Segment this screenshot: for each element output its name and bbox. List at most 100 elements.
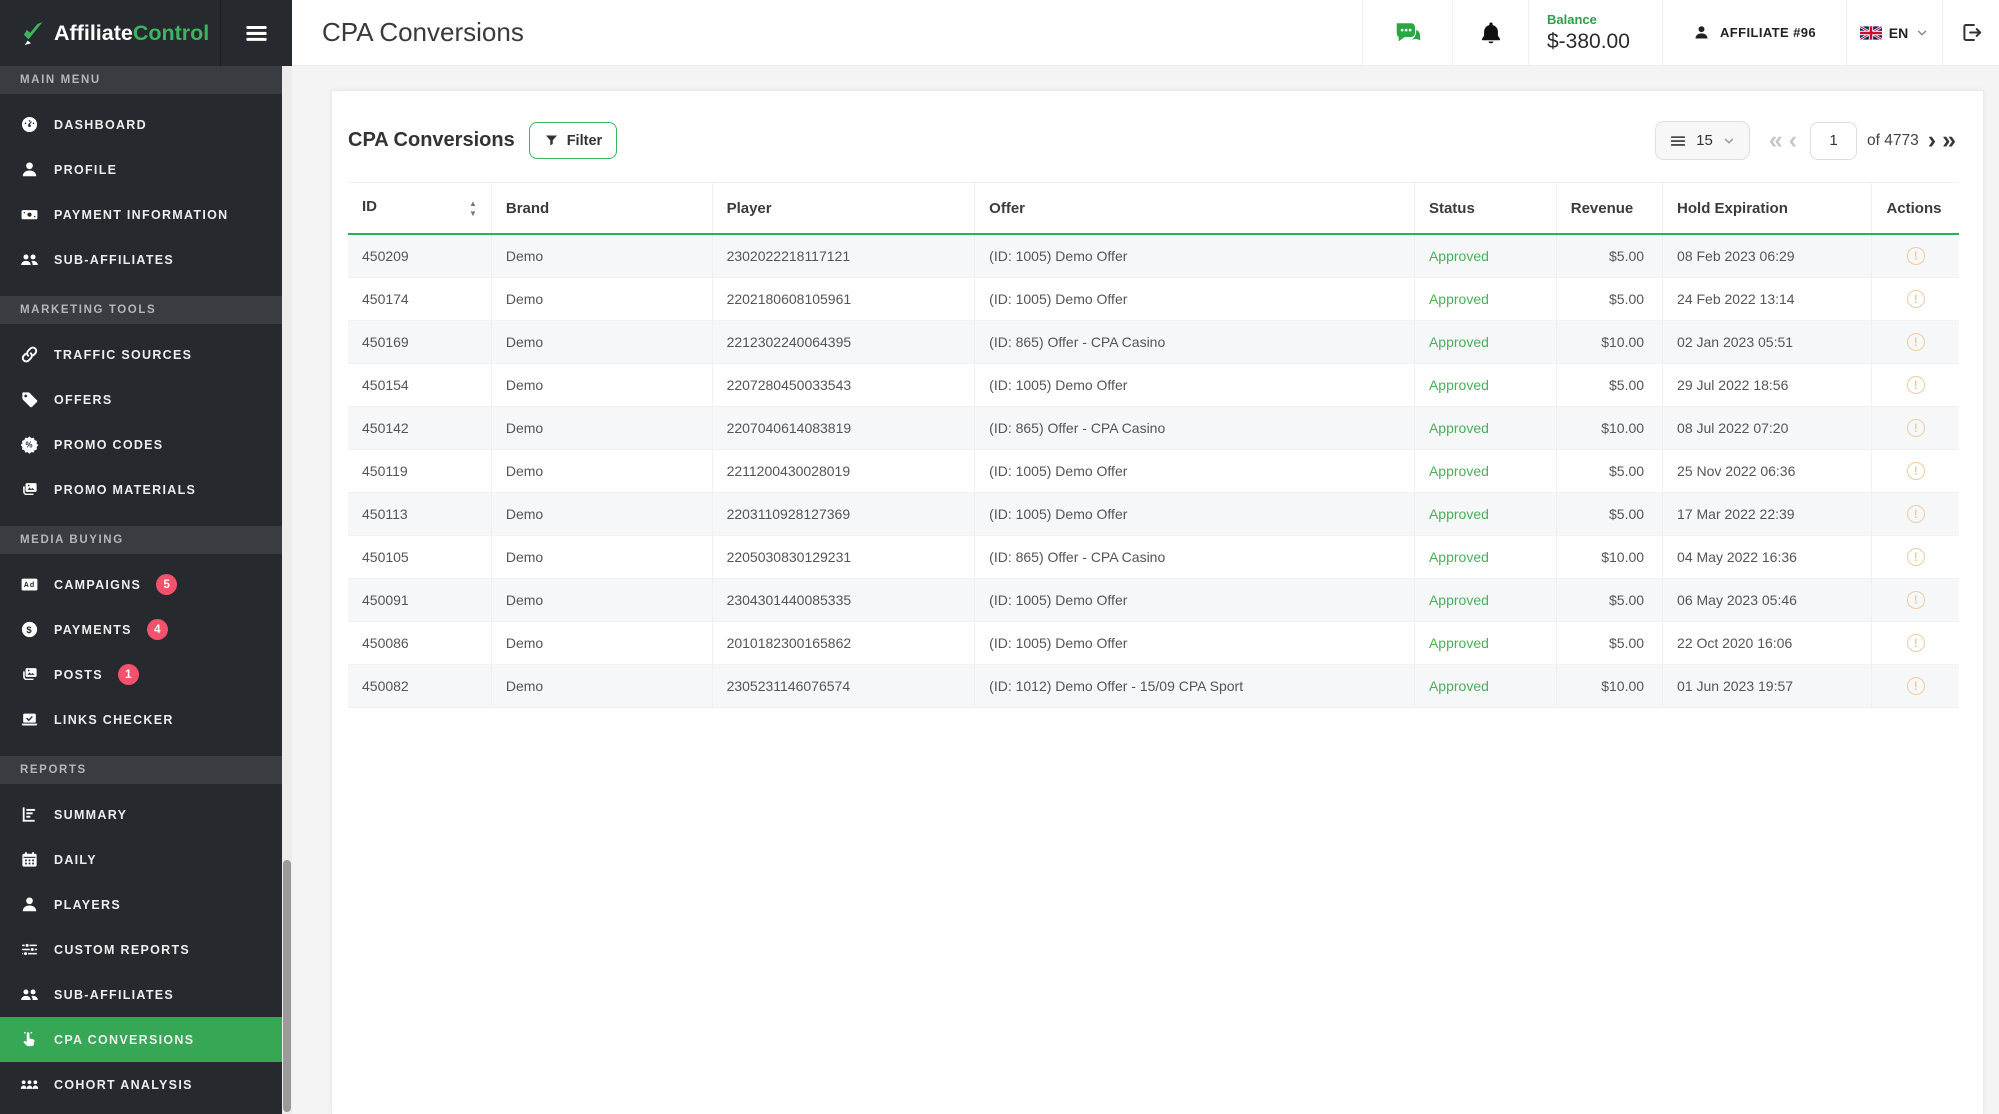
sidebar-item-promo-codes[interactable]: PROMO CODES (0, 422, 292, 467)
logout-button[interactable] (1942, 0, 1999, 65)
cell-id: 450105 (348, 536, 491, 579)
cell-status: Approved (1414, 536, 1556, 579)
sidebar-item-cohort-analysis[interactable]: COHORT ANALYSIS (0, 1062, 292, 1107)
sidebar: AffiliateControl MAIN MENU DASHBOARD (0, 0, 292, 1114)
ad-icon (20, 575, 39, 594)
sidebar-item-players[interactable]: PLAYERS (0, 882, 292, 927)
sidebar-item-payments[interactable]: PAYMENTS 4 (0, 607, 292, 652)
chevron-down-icon (1915, 26, 1929, 40)
page-size-select[interactable]: 15 (1655, 121, 1750, 160)
page-number-input[interactable] (1810, 122, 1857, 160)
cell-status: Approved (1414, 278, 1556, 321)
sidebar-item-offers[interactable]: OFFERS (0, 377, 292, 422)
info-icon[interactable] (1907, 505, 1925, 523)
table-row: 450091 Demo 2304301440085335 (ID: 1005) … (348, 579, 1959, 622)
laptop-check-icon (20, 710, 39, 729)
sidebar-item-label: SUB-AFFILIATES (54, 988, 174, 1002)
cell-hold-expiration: 08 Feb 2023 06:29 (1663, 234, 1872, 278)
account-menu[interactable]: AFFILIATE #96 (1662, 0, 1846, 65)
cell-hold-expiration: 04 May 2022 16:36 (1663, 536, 1872, 579)
first-page-button[interactable]: « (1766, 128, 1786, 153)
card-title: CPA Conversions (348, 129, 515, 152)
sidebar-item-label: PAYMENTS (54, 623, 132, 637)
cell-id: 450086 (348, 622, 491, 665)
user-icon (20, 160, 39, 179)
user-icon (20, 895, 39, 914)
cell-revenue: $5.00 (1556, 450, 1662, 493)
sidebar-item-label: CUSTOM REPORTS (54, 943, 190, 957)
language-value: EN (1889, 25, 1908, 41)
cell-actions (1872, 407, 1959, 450)
info-icon[interactable] (1907, 677, 1925, 695)
info-icon[interactable] (1907, 247, 1925, 265)
sidebar-item-custom-reports[interactable]: CUSTOM REPORTS (0, 927, 292, 972)
info-icon[interactable] (1907, 419, 1925, 437)
sidebar-item-campaigns[interactable]: CAMPAIGNS 5 (0, 562, 292, 607)
chat-button[interactable] (1362, 0, 1452, 65)
cell-brand: Demo (491, 407, 712, 450)
filter-button[interactable]: Filter (529, 122, 617, 159)
cell-offer: (ID: 1005) Demo Offer (975, 450, 1415, 493)
cell-brand: Demo (491, 278, 712, 321)
sidebar-item-posts[interactable]: POSTS 1 (0, 652, 292, 697)
cell-brand: Demo (491, 450, 712, 493)
cell-actions (1872, 536, 1959, 579)
sidebar-scrollbar[interactable] (282, 66, 292, 1114)
info-icon[interactable] (1907, 548, 1925, 566)
info-icon[interactable] (1907, 376, 1925, 394)
cell-player: 2202180608105961 (712, 278, 975, 321)
pagination: 15 « ‹ of 4773 › » (1655, 121, 1959, 160)
cell-offer: (ID: 1005) Demo Offer (975, 579, 1415, 622)
cell-status: Approved (1414, 364, 1556, 407)
cell-id: 450119 (348, 450, 491, 493)
sidebar-item-summary[interactable]: SUMMARY (0, 792, 292, 837)
last-page-button[interactable]: » (1939, 128, 1959, 153)
sidebar-item-promo-materials[interactable]: PROMO MATERIALS (0, 467, 292, 512)
cell-revenue: $10.00 (1556, 407, 1662, 450)
column-header-actions: Actions (1872, 183, 1959, 235)
app-logo[interactable]: AffiliateControl (0, 0, 220, 66)
cell-offer: (ID: 1005) Demo Offer (975, 278, 1415, 321)
info-icon[interactable] (1907, 591, 1925, 609)
cell-hold-expiration: 24 Feb 2022 13:14 (1663, 278, 1872, 321)
sidebar-toggle-button[interactable] (220, 0, 292, 66)
link-icon (20, 345, 39, 364)
cell-offer: (ID: 1005) Demo Offer (975, 622, 1415, 665)
sort-icon[interactable]: ▲▼ (469, 200, 477, 218)
info-icon[interactable] (1907, 290, 1925, 308)
cell-hold-expiration: 02 Jan 2023 05:51 (1663, 321, 1872, 364)
chevron-down-icon (1722, 134, 1736, 148)
info-icon[interactable] (1907, 634, 1925, 652)
pointer-icon (20, 1030, 39, 1049)
sidebar-item-label: SUMMARY (54, 808, 127, 822)
table-body: 450209 Demo 2302022218117121 (ID: 1005) … (348, 234, 1959, 708)
sidebar-scrollbar-thumb[interactable] (283, 860, 291, 1112)
table-row: 450105 Demo 2205030830129231 (ID: 865) O… (348, 536, 1959, 579)
cell-id: 450174 (348, 278, 491, 321)
cell-brand: Demo (491, 622, 712, 665)
sidebar-item-sub-affiliates-report[interactable]: SUB-AFFILIATES (0, 972, 292, 1017)
sidebar-item-sub-affiliates[interactable]: SUB-AFFILIATES (0, 237, 292, 282)
sidebar-item-profile[interactable]: PROFILE (0, 147, 292, 192)
info-icon[interactable] (1907, 462, 1925, 480)
language-select[interactable]: EN (1846, 0, 1942, 65)
sidebar-item-dashboard[interactable]: DASHBOARD (0, 102, 292, 147)
sidebar-item-daily[interactable]: DAILY (0, 837, 292, 882)
notifications-button[interactable] (1452, 0, 1528, 65)
affiliate-label: AFFILIATE #96 (1720, 25, 1816, 40)
cell-status: Approved (1414, 321, 1556, 364)
next-page-button[interactable]: › (1925, 128, 1939, 153)
info-icon[interactable] (1907, 333, 1925, 351)
sidebar-item-traffic-sources[interactable]: TRAFFIC SOURCES (0, 332, 292, 377)
cell-id: 450169 (348, 321, 491, 364)
sidebar-item-label: POSTS (54, 668, 103, 682)
nav-section-title: MAIN MENU (0, 66, 292, 94)
sidebar-item-label: PROFILE (54, 163, 117, 177)
bell-icon (1478, 20, 1504, 46)
column-header-id[interactable]: ID ▲▼ (348, 183, 491, 235)
sidebar-item-payment-information[interactable]: PAYMENT INFORMATION (0, 192, 292, 237)
prev-page-button[interactable]: ‹ (1786, 128, 1800, 153)
sidebar-item-links-checker[interactable]: LINKS CHECKER (0, 697, 292, 742)
cell-actions (1872, 278, 1959, 321)
sidebar-item-cpa-conversions[interactable]: CPA CONVERSIONS (0, 1017, 292, 1062)
